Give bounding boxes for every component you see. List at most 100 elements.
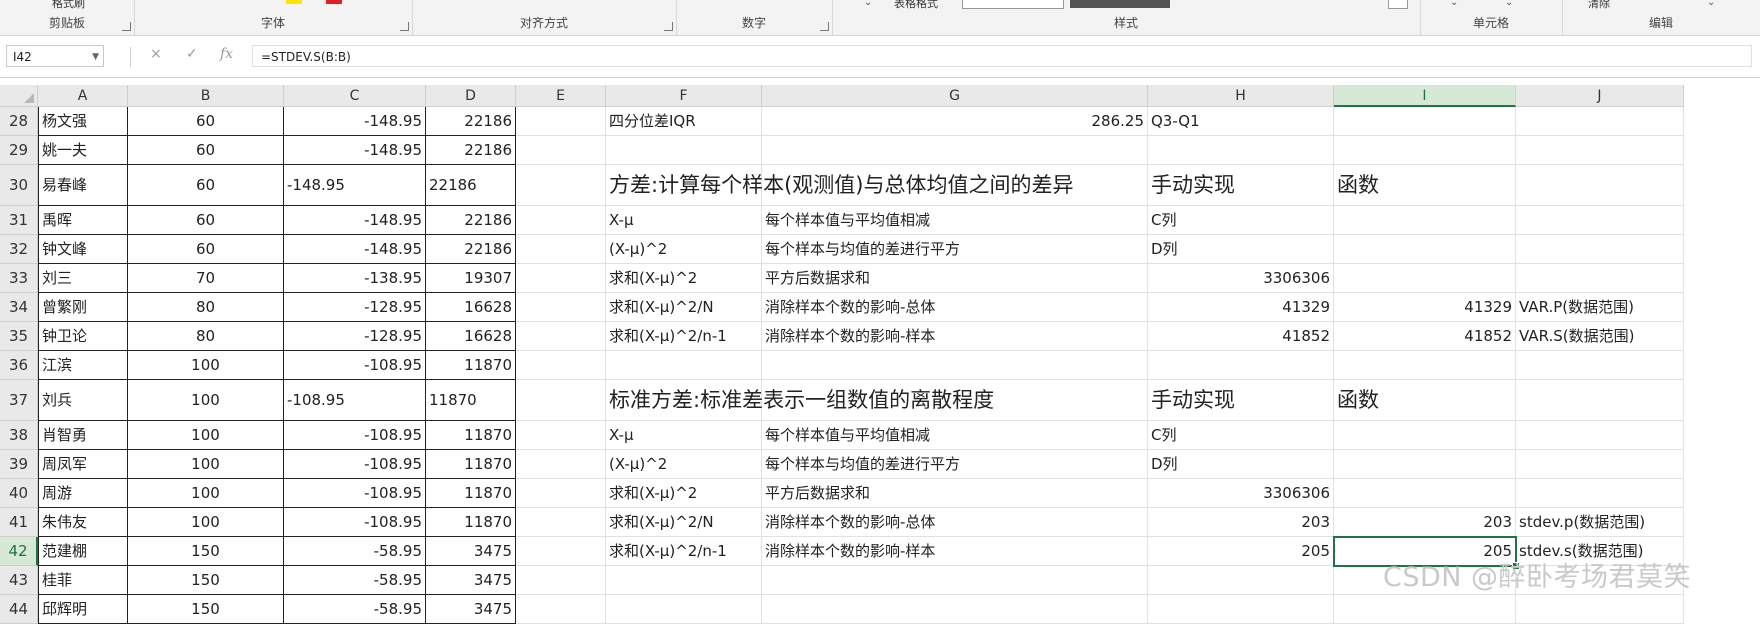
- cell-d29[interactable]: 22186: [426, 136, 516, 165]
- chevron-down-icon[interactable]: ▼: [92, 46, 99, 68]
- cell-b39[interactable]: 100: [128, 450, 284, 479]
- cell-i28[interactable]: [1334, 107, 1516, 136]
- cell-j35[interactable]: VAR.S(数据范围): [1516, 322, 1684, 351]
- cell-h37[interactable]: 手动实现: [1148, 380, 1334, 421]
- cell-d37[interactable]: 11870: [426, 380, 516, 421]
- cell-a43[interactable]: 桂菲: [38, 566, 128, 595]
- cell-h32[interactable]: D列: [1148, 235, 1334, 264]
- chevron-down-icon[interactable]: ⌄: [1505, 0, 1513, 8]
- cell-a42[interactable]: 范建棚: [38, 537, 128, 566]
- cell-a44[interactable]: 邱辉明: [38, 595, 128, 624]
- row-header-37[interactable]: 37: [0, 380, 38, 421]
- cell-d44[interactable]: 3475: [426, 595, 516, 624]
- cell-i31[interactable]: [1334, 206, 1516, 235]
- cell-b35[interactable]: 80: [128, 322, 284, 351]
- cell-g40[interactable]: 平方后数据求和: [762, 479, 1148, 508]
- cell-h39[interactable]: D列: [1148, 450, 1334, 479]
- cell-b42[interactable]: 150: [128, 537, 284, 566]
- cell-b28[interactable]: 60: [128, 107, 284, 136]
- cell-style-gallery-scroll[interactable]: [1388, 0, 1408, 9]
- cell-f33[interactable]: 求和(X-μ)^2: [606, 264, 762, 293]
- row-header-44[interactable]: 44: [0, 595, 38, 624]
- cell-j34[interactable]: VAR.P(数据范围): [1516, 293, 1684, 322]
- cell-b34[interactable]: 80: [128, 293, 284, 322]
- cell-b43[interactable]: 150: [128, 566, 284, 595]
- cell-h36[interactable]: [1148, 351, 1334, 380]
- cell-c35[interactable]: -128.95: [284, 322, 426, 351]
- column-header-e[interactable]: E: [516, 85, 606, 107]
- cell-j36[interactable]: [1516, 351, 1684, 380]
- row-header-31[interactable]: 31: [0, 206, 38, 235]
- cell-i37[interactable]: 函数: [1334, 380, 1516, 421]
- cell-f28[interactable]: 四分位差IQR: [606, 107, 762, 136]
- cell-c37[interactable]: -108.95: [284, 380, 426, 421]
- cell-g43[interactable]: [762, 566, 1148, 595]
- cell-c28[interactable]: -148.95: [284, 107, 426, 136]
- row-header-35[interactable]: 35: [0, 322, 38, 351]
- cell-d36[interactable]: 11870: [426, 351, 516, 380]
- cell-f37[interactable]: 标准方差:标准差表示一组数值的离散程度: [606, 380, 994, 421]
- cell-g41[interactable]: 消除样本个数的影响-总体: [762, 508, 1148, 537]
- cell-d39[interactable]: 11870: [426, 450, 516, 479]
- cell-c39[interactable]: -108.95: [284, 450, 426, 479]
- cell-e42[interactable]: [516, 537, 606, 566]
- cell-f39[interactable]: (X-μ)^2: [606, 450, 762, 479]
- cell-f43[interactable]: [606, 566, 762, 595]
- cell-f36[interactable]: [606, 351, 762, 380]
- enter-icon[interactable]: ✓: [186, 46, 198, 62]
- cell-h42[interactable]: 205: [1148, 537, 1334, 566]
- cell-h35[interactable]: 41852: [1148, 322, 1334, 351]
- dialog-launcher-icon[interactable]: [820, 22, 829, 31]
- cell-g42[interactable]: 消除样本个数的影响-样本: [762, 537, 1148, 566]
- cell-c30[interactable]: -148.95: [284, 165, 426, 206]
- cell-g29[interactable]: [762, 136, 1148, 165]
- font-color-yellow-swatch[interactable]: [286, 0, 302, 4]
- cell-d33[interactable]: 19307: [426, 264, 516, 293]
- column-header-g[interactable]: G: [762, 85, 1148, 107]
- cell-d35[interactable]: 16628: [426, 322, 516, 351]
- formula-input[interactable]: =STDEV.S(B:B): [252, 45, 1752, 67]
- cell-f32[interactable]: (X-μ)^2: [606, 235, 762, 264]
- cell-g37[interactable]: [762, 380, 1148, 421]
- cell-i35[interactable]: 41852: [1334, 322, 1516, 351]
- row-header-33[interactable]: 33: [0, 264, 38, 293]
- row-header-39[interactable]: 39: [0, 450, 38, 479]
- row-header-32[interactable]: 32: [0, 235, 38, 264]
- cell-b44[interactable]: 150: [128, 595, 284, 624]
- cell-i29[interactable]: [1334, 136, 1516, 165]
- cell-a37[interactable]: 刘兵: [38, 380, 128, 421]
- cell-e43[interactable]: [516, 566, 606, 595]
- cell-g32[interactable]: 每个样本与均值的差进行平方: [762, 235, 1148, 264]
- cell-e38[interactable]: [516, 421, 606, 450]
- cell-c32[interactable]: -148.95: [284, 235, 426, 264]
- cell-f31[interactable]: X-μ: [606, 206, 762, 235]
- cancel-icon[interactable]: ×: [150, 46, 162, 62]
- cell-d31[interactable]: 22186: [426, 206, 516, 235]
- cell-i32[interactable]: [1334, 235, 1516, 264]
- column-header-d[interactable]: D: [426, 85, 516, 107]
- cell-j41[interactable]: stdev.p(数据范围): [1516, 508, 1684, 537]
- cell-b33[interactable]: 70: [128, 264, 284, 293]
- cell-h28[interactable]: Q3-Q1: [1148, 107, 1334, 136]
- cell-a40[interactable]: 周游: [38, 479, 128, 508]
- cell-a38[interactable]: 肖智勇: [38, 421, 128, 450]
- cell-i44[interactable]: [1334, 595, 1516, 624]
- cell-h34[interactable]: 41329: [1148, 293, 1334, 322]
- cell-g34[interactable]: 消除样本个数的影响-总体: [762, 293, 1148, 322]
- cell-f34[interactable]: 求和(X-μ)^2/N: [606, 293, 762, 322]
- name-box[interactable]: I42 ▼: [6, 45, 104, 67]
- cell-h38[interactable]: C列: [1148, 421, 1334, 450]
- cell-j33[interactable]: [1516, 264, 1684, 293]
- cell-b36[interactable]: 100: [128, 351, 284, 380]
- table-format-button[interactable]: 表格格式: [894, 0, 938, 11]
- cell-d41[interactable]: 11870: [426, 508, 516, 537]
- cell-b29[interactable]: 60: [128, 136, 284, 165]
- cell-f30[interactable]: 方差:计算每个样本(观测值)与总体均值之间的差异: [606, 165, 1073, 206]
- cell-b37[interactable]: 100: [128, 380, 284, 421]
- row-header-41[interactable]: 41: [0, 508, 38, 537]
- cell-e39[interactable]: [516, 450, 606, 479]
- select-all-corner[interactable]: [0, 85, 38, 107]
- cell-c40[interactable]: -108.95: [284, 479, 426, 508]
- cell-f40[interactable]: 求和(X-μ)^2: [606, 479, 762, 508]
- cell-h44[interactable]: [1148, 595, 1334, 624]
